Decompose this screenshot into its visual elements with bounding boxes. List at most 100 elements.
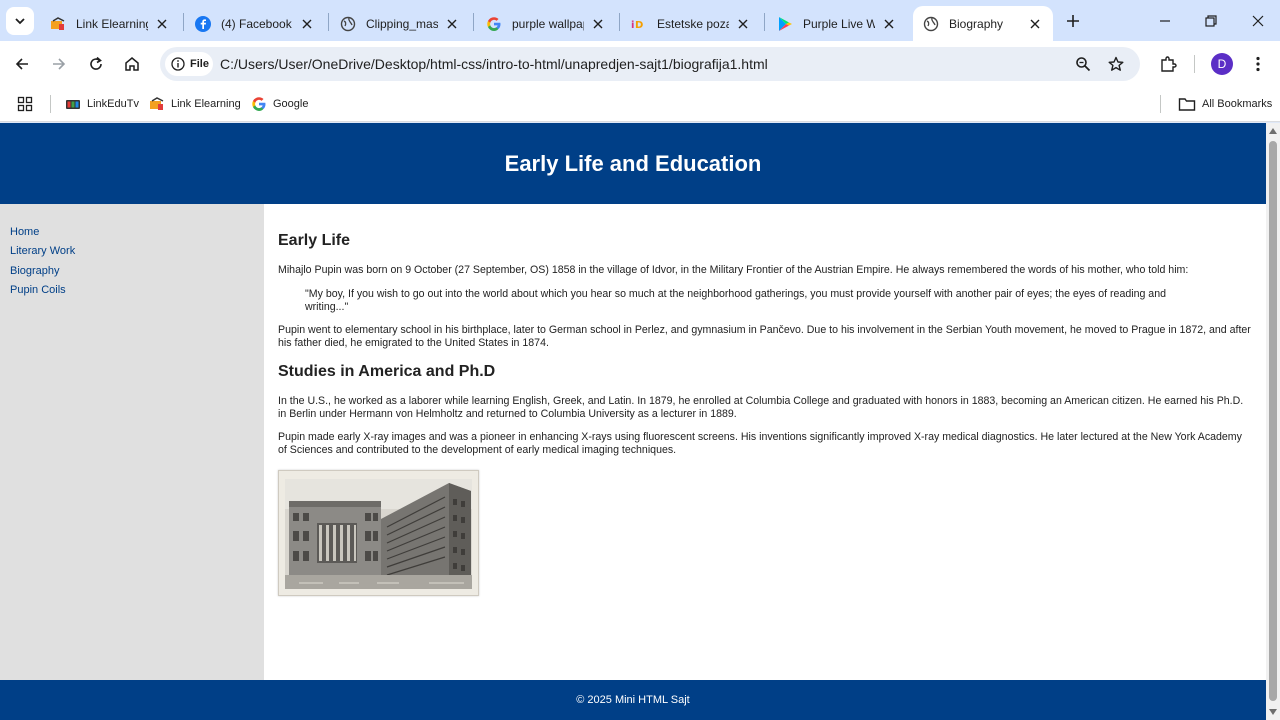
google-icon [486, 16, 502, 32]
site-header: Early Life and Education [0, 123, 1266, 204]
close-icon[interactable] [444, 16, 460, 32]
nav-link-literary-work[interactable]: Literary Work [10, 244, 264, 263]
tab-title: (4) Facebook [221, 16, 292, 31]
profile-avatar[interactable]: D [1211, 53, 1233, 75]
chip-label: File [190, 58, 209, 70]
mother-quote: "My boy, If you wish to go out into the … [305, 288, 1166, 313]
bookmark-label: Link Elearning [171, 98, 241, 110]
restore-icon [1205, 15, 1217, 27]
tab-title: Biography [949, 16, 1004, 31]
scroll-down-arrow-icon[interactable] [1269, 708, 1277, 716]
close-icon[interactable] [590, 16, 606, 32]
tab-separator [328, 13, 329, 31]
nav-link-pupin-coils[interactable]: Pupin Coils [10, 283, 264, 302]
close-icon[interactable] [735, 16, 751, 32]
main-content: Early Life Mihajlo Pupin was born on 9 O… [278, 204, 1253, 680]
tab-purple-wallpaper[interactable]: purple wallpaper [476, 6, 616, 41]
tab-biography[interactable]: Biography [913, 6, 1053, 41]
paragraph-studies: In the U.S., he worked as a laborer whil… [278, 395, 1244, 420]
facebook-icon [195, 15, 211, 32]
bookmark-star-button[interactable] [1105, 53, 1127, 75]
home-button[interactable] [120, 52, 144, 76]
tab-separator [183, 13, 184, 31]
plus-icon [1067, 15, 1079, 27]
close-icon [1252, 15, 1264, 27]
back-button[interactable] [10, 52, 34, 76]
bookmark-google[interactable]: Google [251, 94, 308, 114]
link-elearning-icon [149, 96, 165, 112]
site-footer: © 2025 Mini HTML Sajt [0, 680, 1266, 720]
google-icon [251, 96, 267, 112]
tab-title: Purple Live Wallp [803, 16, 875, 31]
tab-estetske-pozadine[interactable]: iD Estetske pozadine [621, 6, 761, 41]
chevron-down-icon [15, 18, 25, 25]
tab-purple-live-wallpaper[interactable]: Purple Live Wallp [767, 6, 907, 41]
minimize-button[interactable] [1152, 8, 1178, 34]
apps-button[interactable] [17, 94, 39, 114]
close-window-button[interactable] [1245, 8, 1271, 34]
nav-link-biography[interactable]: Biography [10, 264, 264, 283]
home-icon [125, 57, 139, 71]
paragraph-xray: Pupin made early X-ray images and was a … [278, 431, 1242, 456]
bookmark-label: Google [273, 98, 309, 110]
toolbar-separator [1194, 55, 1195, 73]
minimize-icon [1160, 20, 1170, 22]
reload-button[interactable] [84, 52, 108, 76]
close-icon[interactable] [154, 16, 170, 32]
sidebar-nav: Home Literary Work Biography Pupin Coils [0, 204, 264, 680]
link-elearning-icon [50, 16, 66, 32]
zoom-button[interactable] [1072, 53, 1094, 75]
menu-button[interactable] [1246, 52, 1270, 76]
vertical-scrollbar[interactable] [1266, 123, 1280, 720]
linkedutv-icon [65, 96, 81, 112]
reload-icon [90, 56, 102, 70]
all-bookmarks-button[interactable]: All Bookmarks [1178, 94, 1272, 114]
tab-facebook[interactable]: (4) Facebook [185, 6, 325, 41]
bookmark-separator [50, 95, 51, 113]
star-icon [1108, 56, 1124, 71]
bookmark-separator [1160, 95, 1161, 113]
back-arrow-icon [15, 58, 28, 70]
scroll-thumb[interactable] [1269, 141, 1277, 701]
extensions-button[interactable] [1156, 52, 1180, 76]
paragraph-schooling: Pupin went to elementary school in his b… [278, 324, 1251, 349]
apps-grid-icon [17, 96, 33, 112]
globe-icon [340, 16, 356, 32]
close-icon[interactable] [299, 16, 315, 32]
bookmark-link-elearning[interactable]: Link Elearning [149, 94, 241, 114]
columbia-university-photo [278, 470, 479, 596]
puzzle-icon [1161, 56, 1177, 72]
folder-icon [1178, 96, 1196, 112]
tab-separator [473, 13, 474, 31]
address-bar[interactable]: File C:/Users/User/OneDrive/Desktop/html… [160, 47, 1140, 81]
tab-title: Estetske pozadine [657, 16, 729, 31]
new-tab-button[interactable] [1062, 10, 1084, 32]
forward-arrow-icon [53, 58, 66, 70]
tab-title: Link Elearning [76, 16, 148, 31]
tab-title: Clipping_mask [366, 16, 438, 31]
bookmark-linkedutv[interactable]: LinkEduTv [65, 94, 139, 114]
section-heading-studies: Studies in America and Ph.D [278, 363, 496, 380]
estetske-icon: iD [631, 16, 647, 32]
site-info-chip[interactable]: File [165, 52, 213, 76]
scroll-up-arrow-icon[interactable] [1269, 127, 1277, 135]
play-store-icon [777, 16, 793, 32]
bookmark-label: LinkEduTv [87, 98, 139, 110]
page-viewport: Early Life and Education Home Literary W… [0, 123, 1266, 720]
tab-separator [619, 13, 620, 31]
svg-text:D: D [635, 20, 643, 31]
bookmarks-bar: LinkEduTv Link Elearning Google All Book… [0, 87, 1280, 122]
close-icon[interactable] [1027, 16, 1043, 32]
tab-link-elearning[interactable]: Link Elearning [40, 6, 180, 41]
tab-search-button[interactable] [6, 7, 34, 35]
forward-button[interactable] [47, 52, 71, 76]
zoom-icon [1076, 57, 1091, 72]
info-icon [171, 57, 185, 71]
tab-clipping-mask[interactable]: Clipping_mask [330, 6, 470, 41]
nav-link-home[interactable]: Home [10, 225, 264, 244]
url-text[interactable]: C:/Users/User/OneDrive/Desktop/html-css/… [220, 56, 768, 72]
footer-text: © 2025 Mini HTML Sajt [576, 694, 690, 706]
close-icon[interactable] [881, 16, 897, 32]
tab-strip: Link Elearning (4) Facebook Clipping_mas… [0, 0, 1280, 41]
restore-button[interactable] [1198, 8, 1224, 34]
